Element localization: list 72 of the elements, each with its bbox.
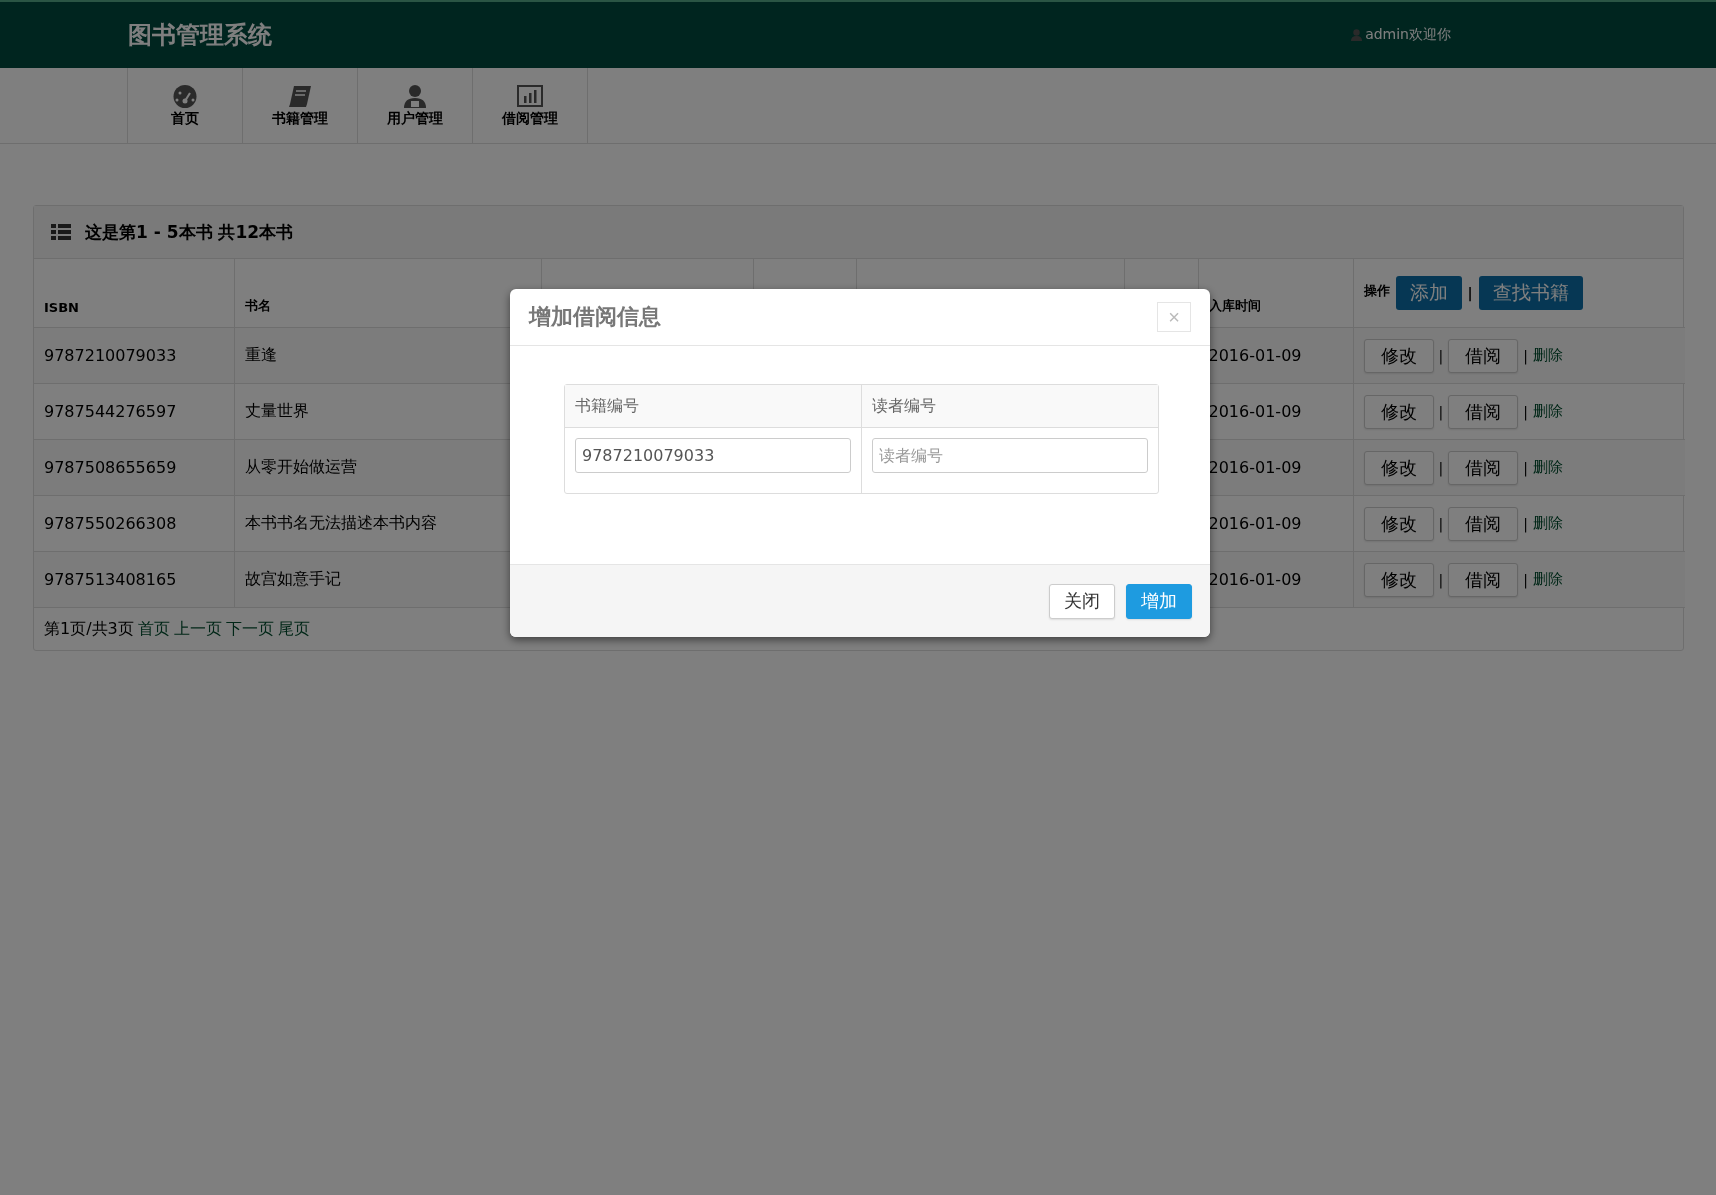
dashboard-icon [171,83,199,108]
table-cell: 9787210079033 [44,346,177,365]
separator: | [1523,403,1528,420]
column-header: 操作 [1363,282,1390,300]
nav-item[interactable]: 用户管理 [357,68,472,143]
table-cell: 9787508655659 [44,458,177,477]
row-button[interactable]: 借阅 [1448,450,1519,485]
nav-item[interactable]: 借阅管理 [472,68,588,143]
column-header: ISBN [44,300,79,315]
column-header: 入库时间 [1208,298,1261,313]
table-cell: 本书书名无法描述本书内容 [244,513,437,532]
separator: | [1438,515,1444,532]
delete-link[interactable]: 删除 [1532,458,1563,477]
row-button[interactable]: 借阅 [1448,338,1519,373]
table-cell: 2016-01-09 [1208,570,1302,589]
toolbar-button[interactable]: 查找书籍 [1478,276,1583,310]
close-modal-button[interactable]: 关闭 [1049,583,1115,619]
separator: | [1523,347,1528,364]
input-field[interactable]: 读者编号 [871,438,1148,473]
table-cell: 9787544276597 [44,402,177,421]
field-label: 书籍编号 [565,385,862,428]
bar-chart-icon [516,83,544,108]
table-cell: 丈量世界 [244,401,309,420]
row-button[interactable]: 修改 [1363,562,1434,597]
list-icon [51,224,71,240]
input-field[interactable]: 9787210079033 [575,438,851,473]
row-button[interactable]: 修改 [1363,506,1434,541]
page-status: 第1页/共3页 [44,618,134,640]
delete-link[interactable]: 删除 [1532,570,1563,589]
row-button[interactable]: 修改 [1363,394,1434,429]
separator: | [1523,571,1528,588]
table-cell: 2016-01-09 [1208,346,1302,365]
separator: | [1438,347,1444,364]
add-button[interactable]: 增加 [1126,583,1192,619]
row-button[interactable]: 修改 [1363,450,1434,485]
separator: | [1523,515,1528,532]
separator: | [1467,285,1473,301]
table-cell: 从零开始做运营 [244,457,357,476]
separator: | [1438,459,1444,476]
table-cell: 重逢 [244,345,277,364]
page-link[interactable]: 下一页 [225,618,274,640]
welcome-text: admin欢迎你 [1365,26,1451,44]
book-icon [286,83,314,108]
table-cell: 9787550266308 [44,514,177,533]
row-button[interactable]: 借阅 [1448,394,1519,429]
table-cell: 2016-01-09 [1208,514,1302,533]
nav-item[interactable]: 首页 [127,68,242,143]
delete-link[interactable]: 删除 [1532,514,1563,533]
page-link[interactable]: 尾页 [277,618,310,640]
panel-title: 这是第1 - 5本书 共12本书 [85,220,294,244]
separator: | [1438,403,1444,420]
column-header: 书名 [244,298,271,313]
modal-title: 增加借阅信息 [529,303,661,331]
delete-link[interactable]: 删除 [1532,346,1563,365]
row-button[interactable]: 借阅 [1448,562,1519,597]
user-icon [401,83,429,108]
field-label: 读者编号 [861,385,1158,428]
table-cell: 故宫如意手记 [244,569,341,588]
table-cell: 2016-01-09 [1208,458,1302,477]
table-cell: 9787513408165 [44,570,177,589]
table-cell: 2016-01-09 [1208,402,1302,421]
page-link[interactable]: 首页 [137,618,170,640]
toolbar-button[interactable]: 添加 [1395,276,1462,310]
row-button[interactable]: 修改 [1363,338,1434,373]
nav-item[interactable]: 书籍管理 [242,68,357,143]
brand-title: 图书管理系统 [128,20,272,51]
user-icon [1351,29,1363,41]
separator: | [1438,571,1444,588]
separator: | [1523,459,1528,476]
delete-link[interactable]: 删除 [1532,402,1563,421]
row-button[interactable]: 借阅 [1448,506,1519,541]
page-link[interactable]: 上一页 [173,618,222,640]
